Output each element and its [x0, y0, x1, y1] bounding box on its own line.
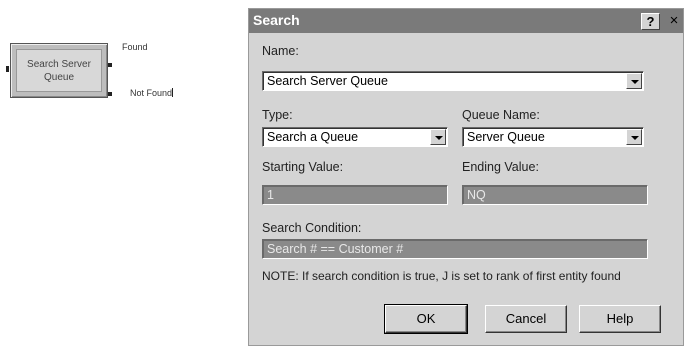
queue-name-dropdown[interactable]: Server Queue [462, 127, 644, 147]
cancel-button[interactable]: Cancel [485, 305, 567, 333]
search-condition-field[interactable]: Search # == Customer # [262, 239, 648, 259]
search-module-face: Search Server Queue [16, 49, 102, 92]
entry-connector [6, 66, 9, 72]
ok-button[interactable]: OK [384, 304, 468, 334]
dropdown-arrow-icon[interactable] [626, 73, 642, 89]
starting-value-label: Starting Value: [262, 160, 344, 174]
name-label: Name: [262, 44, 299, 58]
text-cursor-mark [172, 88, 174, 97]
search-dialog: Search ? × Name: Search Server Queue Typ… [248, 8, 684, 346]
name-combobox[interactable]: Search Server Queue [262, 71, 644, 91]
not-found-exit-text: Not Found [130, 88, 173, 98]
help-button[interactable]: Help [579, 305, 661, 333]
type-value: Search a Queue [267, 130, 359, 144]
found-exit-connector[interactable] [108, 63, 112, 67]
search-module-block[interactable]: Search Server Queue [10, 43, 108, 98]
search-module-label: Search Server Queue [27, 58, 91, 83]
not-found-exit-connector[interactable] [108, 92, 112, 96]
name-value: Search Server Queue [267, 74, 388, 88]
search-condition-label: Search Condition: [262, 221, 362, 235]
type-dropdown[interactable]: Search a Queue [262, 127, 448, 147]
found-exit-label: Found [122, 42, 148, 52]
queue-name-value: Server Queue [467, 130, 545, 144]
note-text: NOTE: If search condition is true, J is … [262, 269, 621, 283]
dialog-titlebar[interactable]: Search ? × [249, 9, 683, 33]
dialog-title: Search [253, 12, 300, 28]
starting-value-field[interactable]: 1 [262, 185, 448, 205]
flowchart-area: Search Server Queue Found Not Found [0, 0, 240, 346]
type-label: Type: [262, 108, 293, 122]
queue-name-label: Queue Name: [462, 108, 540, 122]
dropdown-arrow-icon[interactable] [626, 129, 642, 145]
dropdown-arrow-icon[interactable] [430, 129, 446, 145]
close-icon[interactable]: × [665, 13, 683, 30]
ending-value-label: Ending Value: [462, 160, 539, 174]
help-question-icon[interactable]: ? [641, 13, 660, 30]
not-found-exit-label: Not Found [130, 88, 174, 98]
ending-value-field[interactable]: NQ [462, 185, 648, 205]
